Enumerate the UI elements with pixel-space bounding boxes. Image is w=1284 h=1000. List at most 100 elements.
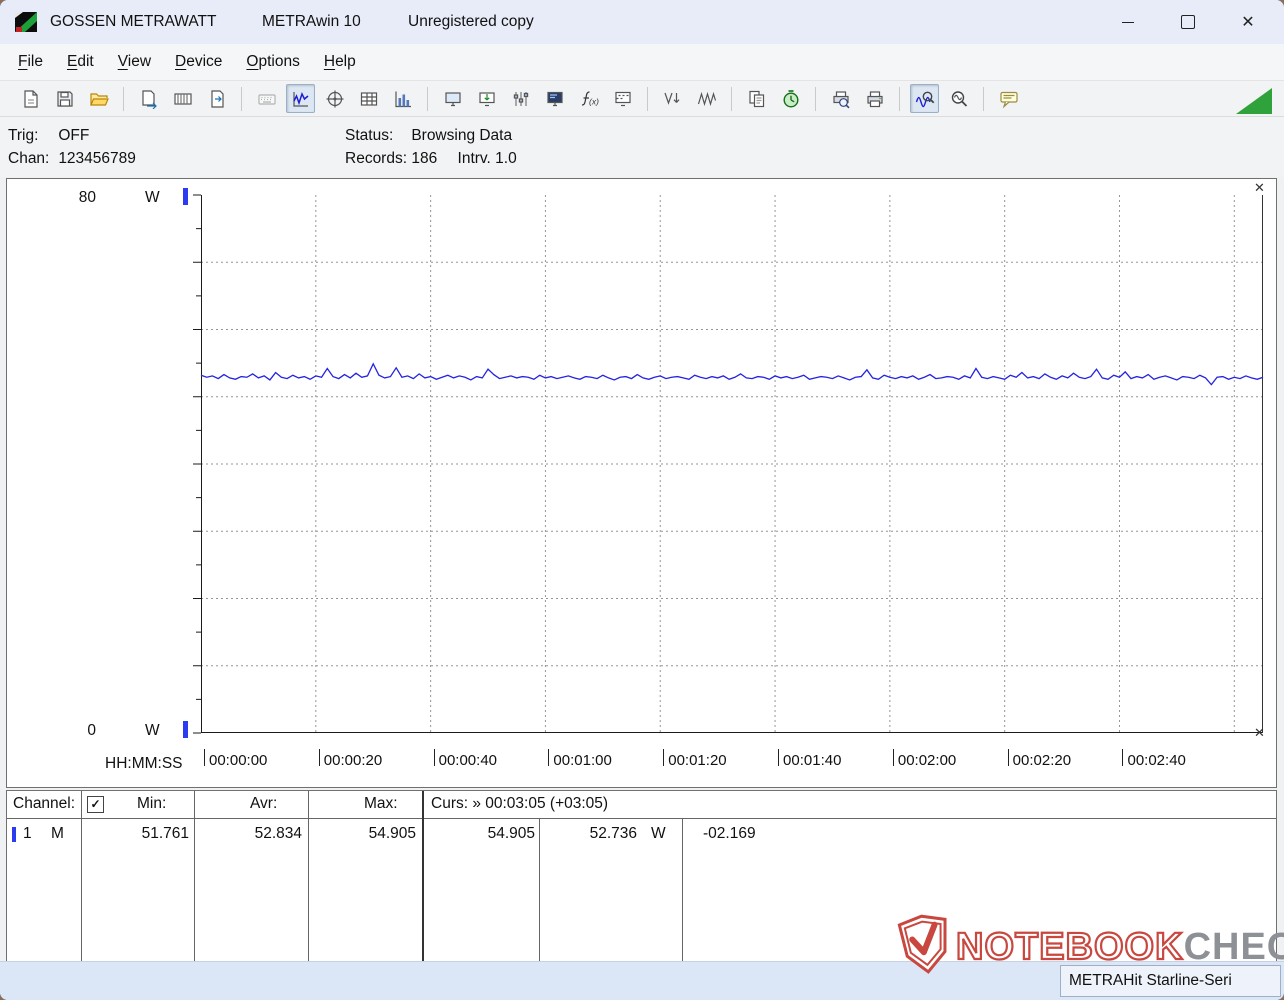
floppy-icon <box>55 89 75 109</box>
column-header-avr: Avr: <box>250 795 278 812</box>
power-trace-line <box>200 362 1264 386</box>
monitor-icon <box>545 89 565 109</box>
time-tick-label: 00:02:40 <box>1127 752 1186 769</box>
table-icon <box>359 89 379 109</box>
zoom-out-button[interactable] <box>944 84 973 113</box>
menu-device[interactable]: Device <box>163 44 234 80</box>
zoom-wave-icon <box>915 89 935 109</box>
wave-envelope-button[interactable] <box>692 84 721 113</box>
maximize-icon <box>1181 15 1195 29</box>
cell-channel-number: 1 <box>23 825 32 842</box>
line-chart-icon <box>291 89 311 109</box>
column-header-cursor: Curs: » 00:03:05 (+03:05) <box>431 795 609 812</box>
time-tick-mark <box>1122 749 1124 766</box>
time-tick-mark <box>1007 749 1009 766</box>
time-tick-label: 00:02:20 <box>1012 752 1072 769</box>
window-title-app: GOSSEN METRAWATT <box>50 13 217 30</box>
sliders-icon <box>511 89 531 109</box>
cursor-handle-bottom-icon[interactable]: ✕ <box>1254 725 1265 741</box>
time-tick-mark <box>663 749 665 766</box>
file-open-icon <box>21 89 41 109</box>
channel-mixer-button[interactable] <box>506 84 535 113</box>
fx-icon: (x) <box>579 89 599 109</box>
cell-cursor-unit: W <box>651 825 666 842</box>
window-title-license: Unregistered copy <box>408 13 534 30</box>
menu-file[interactable]: File <box>6 44 55 80</box>
wave-min-marker-button[interactable] <box>658 84 687 113</box>
film-icon <box>173 89 193 109</box>
export-data-button[interactable] <box>134 84 163 113</box>
menu-view[interactable]: View <box>106 44 163 80</box>
keyboard-icon <box>257 89 277 109</box>
device-memory-button[interactable] <box>608 84 637 113</box>
annotation-button[interactable] <box>994 84 1023 113</box>
monitor-dots-icon <box>613 89 633 109</box>
cell-max-value: 54.905 <box>368 825 416 842</box>
toolbar-separator <box>123 86 124 111</box>
minimize-button[interactable] <box>1098 0 1158 44</box>
metrawin-window: GOSSEN METRAWATT METRAwin 10 Unregistere… <box>0 0 1284 1000</box>
zoom-lens-icon <box>949 89 969 109</box>
print-preview-icon <box>831 89 851 109</box>
crosshair-icon <box>325 89 345 109</box>
menu-help[interactable]: Help <box>312 44 368 80</box>
toolbar-separator <box>427 86 428 111</box>
app-logo-icon <box>14 9 40 35</box>
channel-color-marker-row <box>12 827 16 842</box>
records-label: Records: <box>345 150 408 167</box>
intrv-label: Intrv. <box>457 150 491 167</box>
print-button[interactable] <box>860 84 889 113</box>
time-tick-mark <box>204 749 205 766</box>
table-view-button[interactable] <box>354 84 383 113</box>
copy-data-button[interactable] <box>742 84 771 113</box>
close-button[interactable]: ✕ <box>1218 0 1278 44</box>
timer-clock-button[interactable] <box>776 84 805 113</box>
time-tick-mark <box>892 749 894 766</box>
records-value: 186 <box>411 150 438 167</box>
measurement-table: Channel: ✓ Min: Avr: Max: Curs: » 00:03:… <box>6 790 1277 962</box>
corner-triangle-icon <box>1236 88 1272 114</box>
menu-options[interactable]: Options <box>234 44 311 80</box>
close-icon: ✕ <box>1241 14 1255 31</box>
channel-visibility-checkbox[interactable]: ✓ <box>87 796 104 813</box>
page-export-icon <box>139 89 159 109</box>
x-axis-format-label: HH:MM:SS <box>105 755 183 772</box>
window-controls: ✕ <box>1098 0 1278 44</box>
print-preview-button[interactable] <box>826 84 855 113</box>
zoom-signal-button[interactable] <box>910 84 939 113</box>
table-divider <box>308 791 309 961</box>
time-tick-mark <box>548 749 550 766</box>
scope-view-button[interactable] <box>320 84 349 113</box>
y-axis-unit-bottom: W <box>145 722 160 739</box>
menu-edit[interactable]: Edit <box>55 44 106 80</box>
table-divider <box>422 791 424 961</box>
yt-line-chart-button[interactable] <box>286 84 315 113</box>
cell-channel-mode: M <box>51 825 64 842</box>
cell-cursor-delta: -02.169 <box>703 825 756 842</box>
save-data-button[interactable] <box>50 84 79 113</box>
bar-graph-view-button[interactable] <box>388 84 417 113</box>
function-fx-button[interactable]: (x) <box>574 84 603 113</box>
keyboard-entry-button[interactable] <box>252 84 281 113</box>
open-data-button[interactable] <box>16 84 45 113</box>
column-header-channel: Channel: <box>13 795 76 812</box>
records-film-button[interactable] <box>168 84 197 113</box>
page-forward-button[interactable] <box>202 84 231 113</box>
y-axis-max-label: 80 <box>78 189 96 206</box>
plot-area[interactable] <box>193 194 1264 734</box>
titlebar: GOSSEN METRAWATT METRAwin 10 Unregistere… <box>0 0 1284 44</box>
device-display-button[interactable] <box>540 84 569 113</box>
intrv-value: 1.0 <box>495 150 517 167</box>
device-read-button[interactable] <box>472 84 501 113</box>
cursor-handle-top-icon[interactable]: ✕ <box>1254 180 1265 196</box>
cell-cursor-max-value: 54.905 <box>487 825 535 842</box>
chan-value: 123456789 <box>58 150 136 167</box>
device-panel-button[interactable] <box>438 84 467 113</box>
minimize-icon <box>1122 21 1134 23</box>
folder-open-icon <box>89 89 109 109</box>
maximize-button[interactable] <box>1158 0 1218 44</box>
table-divider <box>194 791 195 961</box>
channel-color-marker-top <box>183 188 188 205</box>
open-folder-button[interactable] <box>84 84 113 113</box>
cell-avr-value: 52.834 <box>254 825 302 842</box>
